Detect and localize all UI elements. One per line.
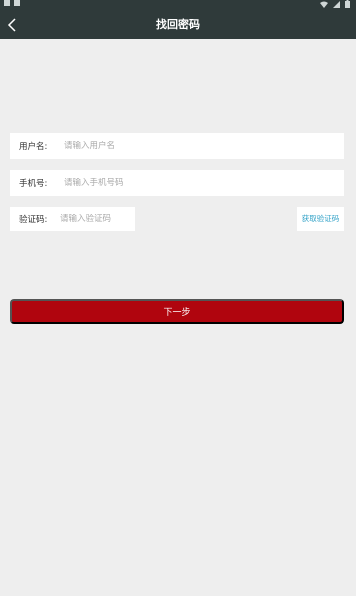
image-icon bbox=[14, 0, 20, 6]
get-code-button[interactable]: 获取验证码 bbox=[297, 207, 344, 231]
username-input[interactable] bbox=[64, 141, 264, 151]
battery-icon bbox=[345, 0, 350, 8]
notification-icon bbox=[4, 0, 10, 6]
next-step-button[interactable]: 下一步 bbox=[10, 299, 344, 324]
signal-icon bbox=[333, 0, 340, 8]
code-input[interactable] bbox=[60, 214, 135, 224]
username-row: 用户名: bbox=[10, 133, 344, 159]
status-bar bbox=[0, 0, 356, 10]
code-label: 验证码: bbox=[19, 215, 48, 225]
wifi-icon bbox=[320, 1, 328, 8]
phone-row: 手机号: bbox=[10, 170, 344, 196]
page-title: 找回密码 bbox=[156, 18, 200, 31]
code-row: 验证码: bbox=[10, 207, 135, 231]
phone-input[interactable] bbox=[64, 178, 264, 188]
app-bar: 找回密码 bbox=[0, 10, 356, 39]
username-label: 用户名: bbox=[19, 142, 48, 152]
phone-label: 手机号: bbox=[19, 179, 48, 189]
